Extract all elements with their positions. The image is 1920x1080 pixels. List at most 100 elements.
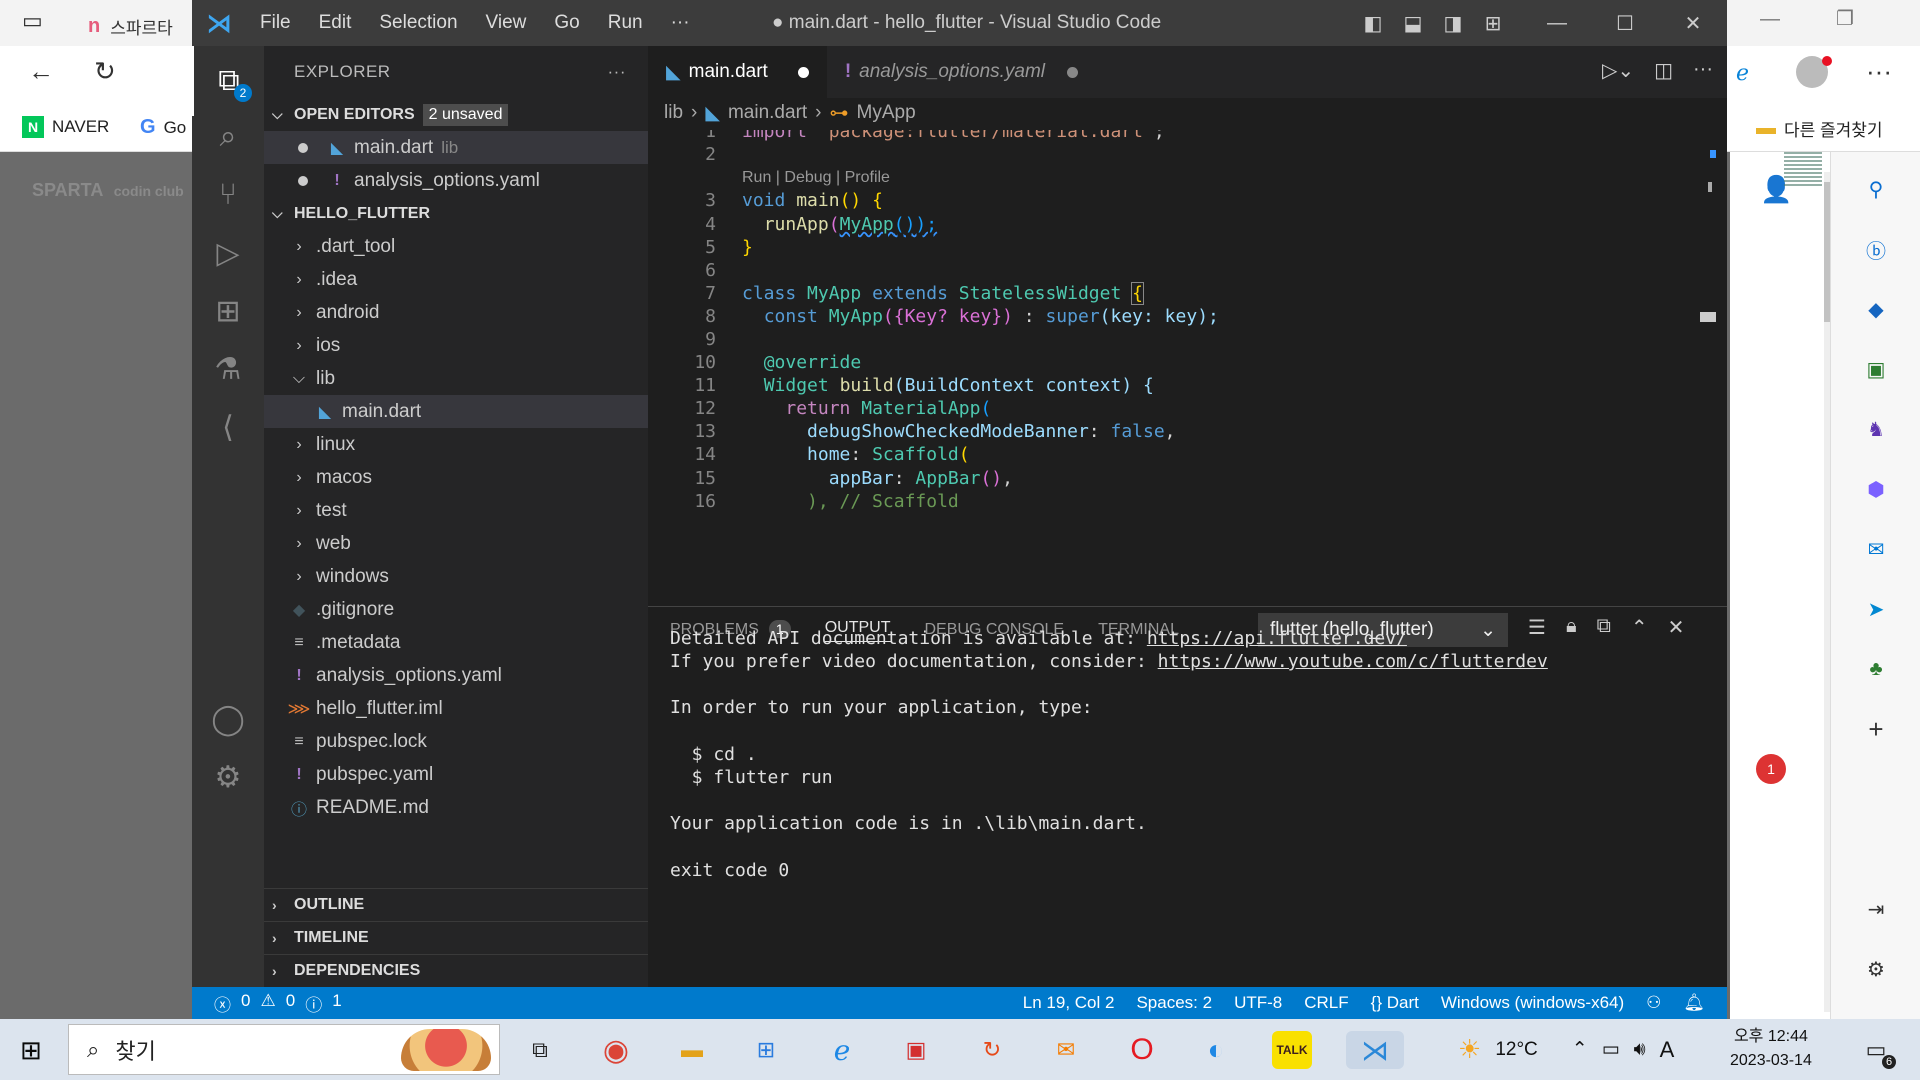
unsaved-dot-icon[interactable] (1067, 66, 1079, 78)
explorer-more-icon[interactable]: ··· (608, 62, 626, 82)
toggle-secondary-sidebar-icon[interactable]: ◨ (1433, 11, 1473, 36)
menu-run[interactable]: Run (594, 12, 657, 34)
menu-edit[interactable]: Edit (305, 12, 366, 34)
codelens-run-debug[interactable]: Run | Debug | Profile (742, 169, 890, 187)
sync-app-icon[interactable]: ↻ (972, 1031, 1012, 1069)
restore-icon[interactable]: ❐ (1836, 6, 1854, 31)
feedback-icon[interactable]: ⚇ (1646, 993, 1661, 1013)
code-editor[interactable]: 1 2 3 4 5 6 7 8 9 10 11 12 13 14 15 16 i… (648, 130, 1727, 606)
weather-temp[interactable]: 12°C (1495, 1039, 1537, 1061)
menu-selection[interactable]: Selection (365, 12, 471, 34)
unsaved-dot-icon[interactable] (298, 175, 308, 186)
windows-start-icon[interactable]: ⊞ (20, 1035, 42, 1066)
indentation[interactable]: Spaces: 2 (1136, 993, 1212, 1013)
clear-output-icon[interactable]: ☰ (1528, 615, 1546, 640)
bookmark-other-favorites[interactable]: ▬ 다른 즐겨찾기 (1756, 116, 1883, 141)
tree-item-lib[interactable]: ⌵ lib (264, 362, 648, 395)
add-icon[interactable]: + (1859, 712, 1893, 746)
tree-item-test[interactable]: › test (264, 494, 648, 527)
settings-icon[interactable]: ⚙ (1859, 952, 1893, 986)
bookmark-naver[interactable]: N NAVER (22, 116, 109, 138)
tree-item-metadata[interactable]: ≡ .metadata (264, 626, 648, 659)
tab-main-dart[interactable]: ◣ main.dart (648, 46, 827, 98)
language-mode[interactable]: {} Dart (1371, 993, 1419, 1013)
vscode-taskbar-icon[interactable]: ⋊ (1346, 1031, 1404, 1069)
bookmark-google[interactable]: G Go (140, 116, 186, 139)
breadcrumb-item[interactable]: MyApp (857, 102, 916, 124)
line-ending[interactable]: CRLF (1304, 993, 1348, 1013)
taskbar-clock[interactable]: 오후 12:44 2023-03-14 (1730, 1025, 1812, 1073)
lock-icon[interactable]: 🔒︎ (1566, 615, 1577, 640)
customize-layout-icon[interactable]: ⊞ (1473, 11, 1513, 36)
store-icon[interactable]: ⊞ (746, 1031, 786, 1069)
tools-icon[interactable]: ▣ (1859, 352, 1893, 386)
menu-view[interactable]: View (472, 12, 541, 34)
tree-item-windows[interactable]: › windows (264, 560, 648, 593)
split-editor-icon[interactable]: ◫ (1654, 58, 1673, 83)
opera-icon[interactable]: O (1122, 1031, 1162, 1069)
chrome-icon[interactable]: ◉ (596, 1031, 636, 1069)
tab-analysis-options[interactable]: ! analysis_options.yaml (827, 46, 1096, 98)
toggle-primary-sidebar-icon[interactable]: ◧ (1353, 11, 1393, 36)
minimize-icon[interactable]: — (1523, 12, 1591, 35)
maximize-panel-icon[interactable]: ⌃ (1631, 615, 1648, 640)
dependencies-section[interactable]: › DEPENDENCIES (264, 954, 648, 987)
edge-collections-icon[interactable]: ℯ (1736, 60, 1749, 86)
maximize-icon[interactable]: ☐ (1591, 11, 1659, 36)
tree-item-iml[interactable]: ⋙ hello_flutter.iml (264, 692, 648, 725)
network-icon[interactable]: ▭ (1602, 1038, 1620, 1061)
tree-item-pubspec-yaml[interactable]: ! pubspec.yaml (264, 758, 648, 791)
refresh-icon[interactable]: ↻ (94, 56, 116, 87)
open-editors-section[interactable]: ⌵ OPEN EDITORS 2 unsaved (264, 98, 648, 131)
tree-item-dart-tool[interactable]: › .dart_tool (264, 230, 648, 263)
menu-more[interactable]: ··· (657, 12, 704, 34)
project-section[interactable]: ⌵ HELLO_FLUTTER (264, 197, 648, 230)
manage-gear-icon[interactable]: ⚙ (192, 742, 264, 812)
tree-item-android[interactable]: › android (264, 296, 648, 329)
file-explorer-icon[interactable]: ▬ (672, 1031, 712, 1069)
chevron-up-icon[interactable]: ⌃ (1572, 1038, 1588, 1061)
close-icon[interactable]: ✕ (1659, 11, 1727, 36)
search-icon[interactable]: ⚲ (1859, 172, 1893, 206)
tree-item-idea[interactable]: › .idea (264, 263, 648, 296)
status-problems[interactable]: ⓧ 0 ⚠ 0 ⓘ 1 (192, 991, 342, 1016)
open-editor-item[interactable]: ◣ main.dart lib (264, 131, 648, 164)
open-editor-item[interactable]: ! analysis_options.yaml (264, 164, 648, 197)
tree-item-linux[interactable]: › linux (264, 428, 648, 461)
unsaved-dot-icon[interactable] (797, 66, 809, 78)
outline-section[interactable]: › OUTLINE (264, 888, 648, 921)
output-link[interactable]: https://api.flutter.dev/ (1147, 628, 1407, 649)
notifications-bell-icon[interactable]: 🔔︎ (1683, 993, 1705, 1013)
tree-icon[interactable]: ♣ (1859, 652, 1893, 686)
minimize-icon[interactable]: — (1760, 8, 1780, 31)
back-icon[interactable]: ← (28, 56, 54, 87)
telegram-icon[interactable]: ➤ (1859, 592, 1893, 626)
tree-item-pubspec-lock[interactable]: ≡ pubspec.lock (264, 725, 648, 758)
run-debug-dropdown-icon[interactable]: ▷⌄ (1602, 58, 1634, 83)
outlook-icon[interactable]: ✉ (1859, 532, 1893, 566)
menu-go[interactable]: Go (540, 12, 593, 34)
weather-icon[interactable]: ☀ (1458, 1034, 1481, 1065)
target-platform[interactable]: Windows (windows-x64) (1441, 993, 1624, 1013)
office-icon[interactable]: ⬢ (1859, 472, 1893, 506)
encoding[interactable]: UTF-8 (1234, 993, 1282, 1013)
volume-icon[interactable]: 🔊︎ (1634, 1039, 1646, 1061)
bing-icon[interactable]: ⓑ (1859, 232, 1893, 266)
close-panel-icon[interactable]: ✕ (1668, 615, 1685, 640)
browser-tab[interactable]: n 스파르타 (70, 6, 210, 46)
toggle-panel-icon[interactable]: ⬓ (1393, 11, 1433, 36)
sidebar-collapse-icon[interactable]: ⇥ (1859, 892, 1893, 926)
games-icon[interactable]: ♞ (1859, 412, 1893, 446)
app-icon[interactable]: ▣ (896, 1031, 936, 1069)
more-actions-icon[interactable]: ··· (1693, 58, 1713, 83)
menu-file[interactable]: File (246, 12, 305, 34)
unsaved-dot-icon[interactable] (298, 142, 308, 153)
more-icon[interactable]: ··· (1866, 56, 1892, 87)
tree-item-main-dart[interactable]: ◣ main.dart (264, 395, 648, 428)
kakaotalk-icon[interactable]: TALK (1272, 1031, 1312, 1069)
edge-icon[interactable]: ◐ (1196, 1031, 1236, 1069)
tree-item-macos[interactable]: › macos (264, 461, 648, 494)
tree-item-readme[interactable]: ⓘ README.md (264, 791, 648, 824)
notification-center-icon[interactable]: ▭ 6 (1856, 1031, 1896, 1069)
notification-badge[interactable]: 1 (1756, 754, 1786, 784)
